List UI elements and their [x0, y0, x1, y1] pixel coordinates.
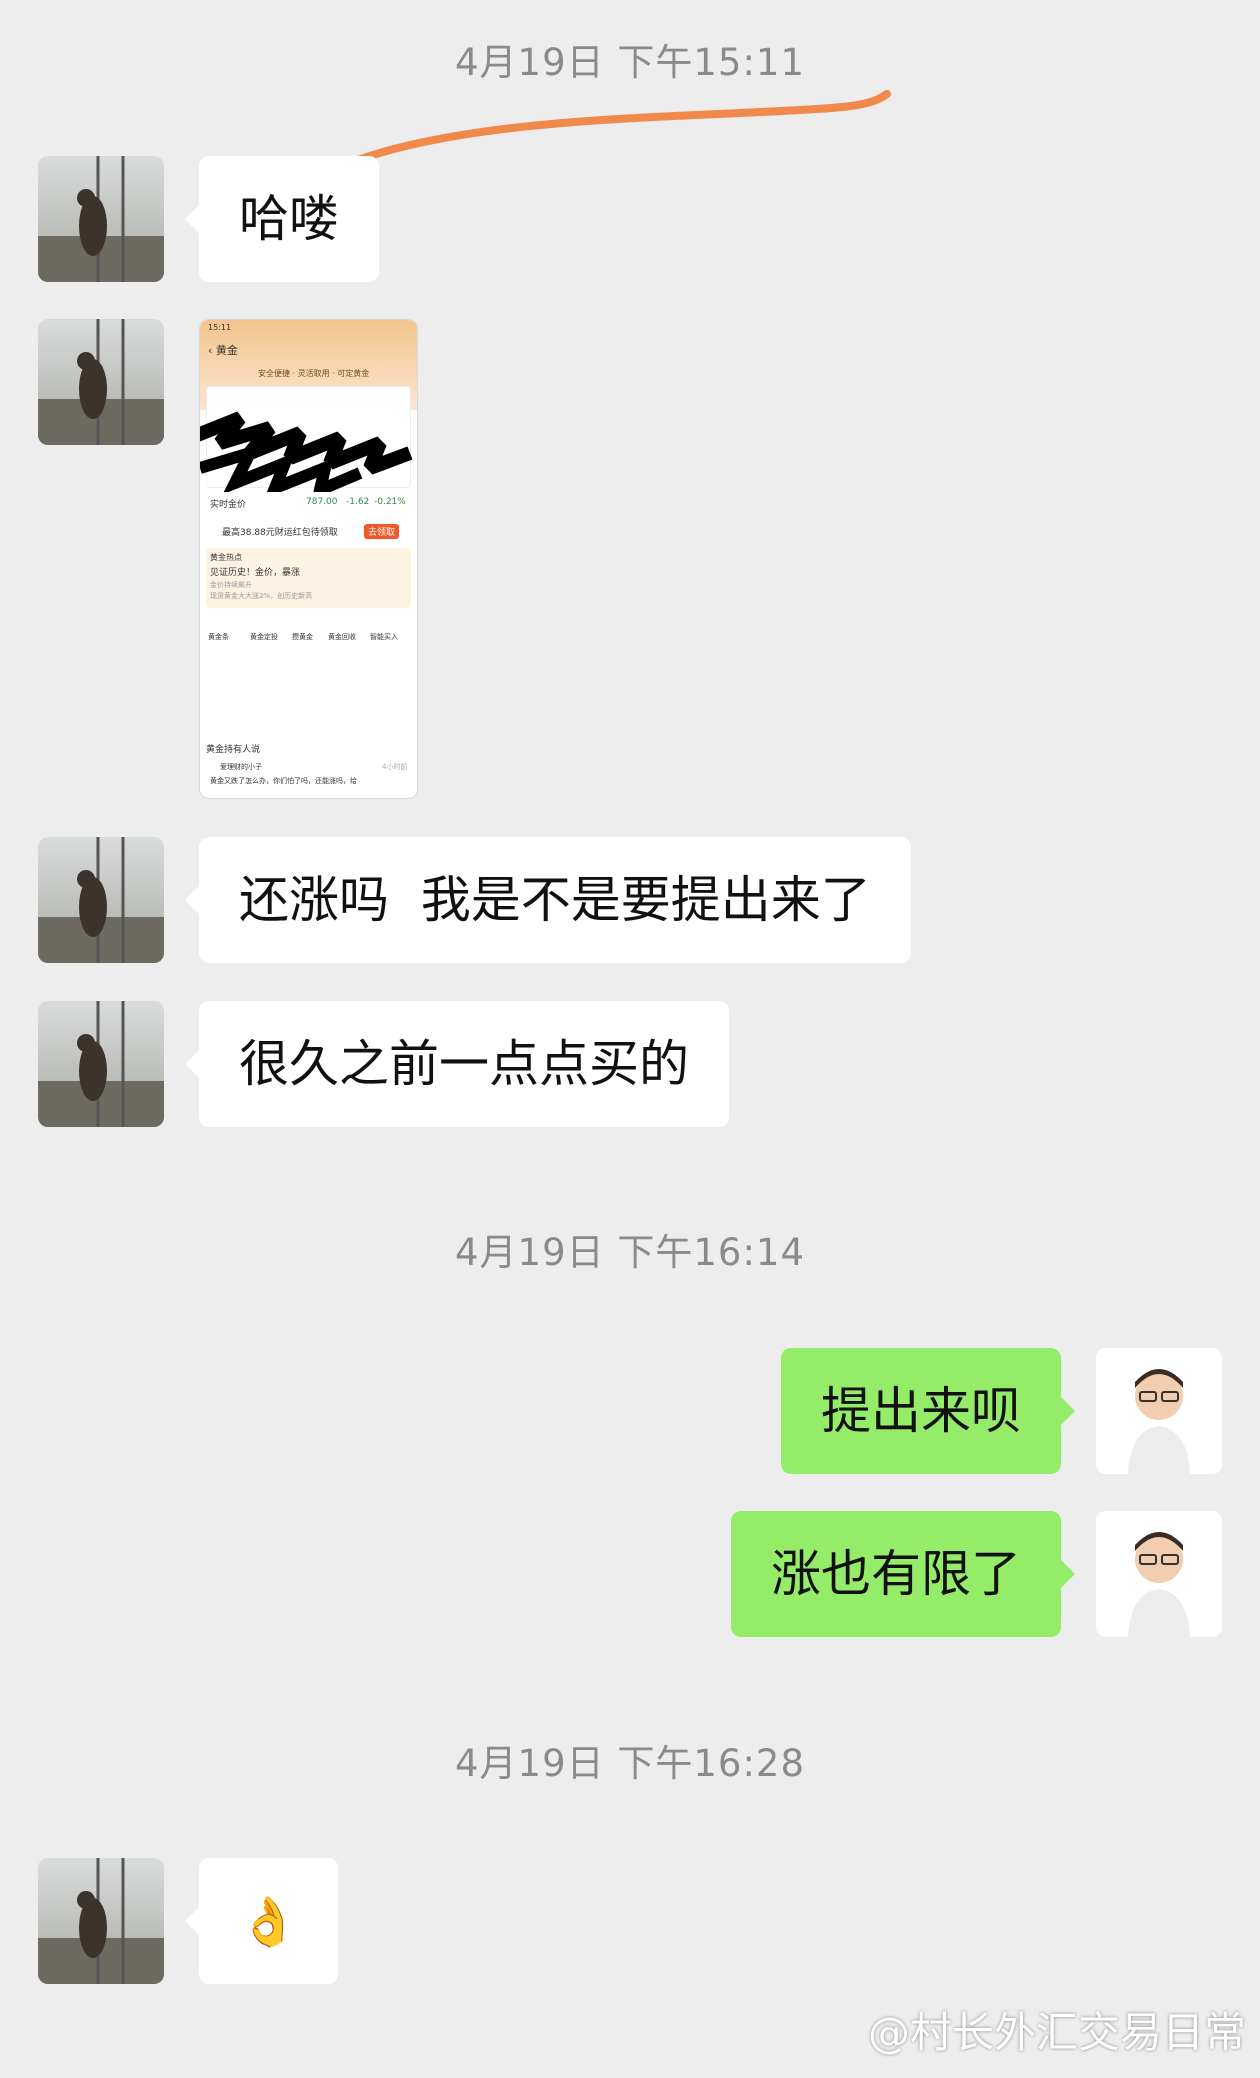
menu-item: 黄金定投 [250, 633, 278, 641]
contact-avatar[interactable] [38, 1858, 164, 1984]
menu-item: 智能买入 [370, 633, 398, 641]
comment-row: 爱理财的小子 4小时前 黄金又跌了怎么办，你们怕了吗，还能涨吗，给 [206, 760, 411, 796]
section-title: 黄金持有人说 [206, 745, 261, 755]
screenshot-banner: 安全便捷 · 灵活取用 · 可定黄金 [258, 369, 370, 378]
message-bubble[interactable]: 很久之前一点点买的 [185, 1001, 729, 1127]
gold-price-row: 实时金价 787.00 -1.62 -0.21% [206, 492, 411, 514]
menu-item: 黄金条 [208, 633, 229, 641]
redaction-scribble [200, 411, 413, 498]
status-time: 15:11 [208, 323, 232, 332]
contact-avatar[interactable] [38, 156, 164, 282]
my-avatar[interactable] [1096, 1511, 1222, 1637]
screenshot-title: ‹ 黄金 [208, 344, 238, 357]
annotation-stroke [354, 90, 891, 164]
message-bubble[interactable]: 还涨吗 我是不是要提出来了 [185, 837, 911, 963]
hot-news-card: 黄金热点 见证历史！金价，暴涨 金价持续飙升 现货黄金大大涨2%，创历史新高 [206, 548, 411, 608]
menu-item: 攒黄金 [292, 633, 313, 641]
menu-row: 黄金条 黄金定投 攒黄金 黄金回收 智能买入 [206, 612, 411, 648]
message-bubble[interactable]: 哈喽 [185, 156, 379, 282]
watermark: @村长外汇交易日常 [867, 2008, 1246, 2057]
message-bubble-sent[interactable]: 提出来呗 [781, 1348, 1075, 1474]
timestamp: 4月19日 下午16:14 [454, 1231, 805, 1274]
promo-row: 最高38.88元财运红包待领取 去领取 [206, 520, 411, 542]
message-bubble-sent[interactable]: 涨也有限了 [731, 1511, 1075, 1637]
my-avatar[interactable] [1096, 1348, 1222, 1474]
image-message[interactable]: 15:11 ‹ 黄金 安全便捷 · 灵活取用 · 可定黄金 实时金价 787.0… [199, 319, 418, 799]
ok-emoji-message[interactable]: 👌 [185, 1858, 338, 1984]
contact-avatar[interactable] [38, 319, 164, 445]
menu-item: 黄金回收 [328, 633, 356, 641]
contact-avatar[interactable] [38, 837, 164, 963]
ok-hand-icon: 👌 [238, 1894, 299, 1950]
contact-avatar[interactable] [38, 1001, 164, 1127]
timestamp: 4月19日 下午16:28 [454, 1742, 805, 1785]
